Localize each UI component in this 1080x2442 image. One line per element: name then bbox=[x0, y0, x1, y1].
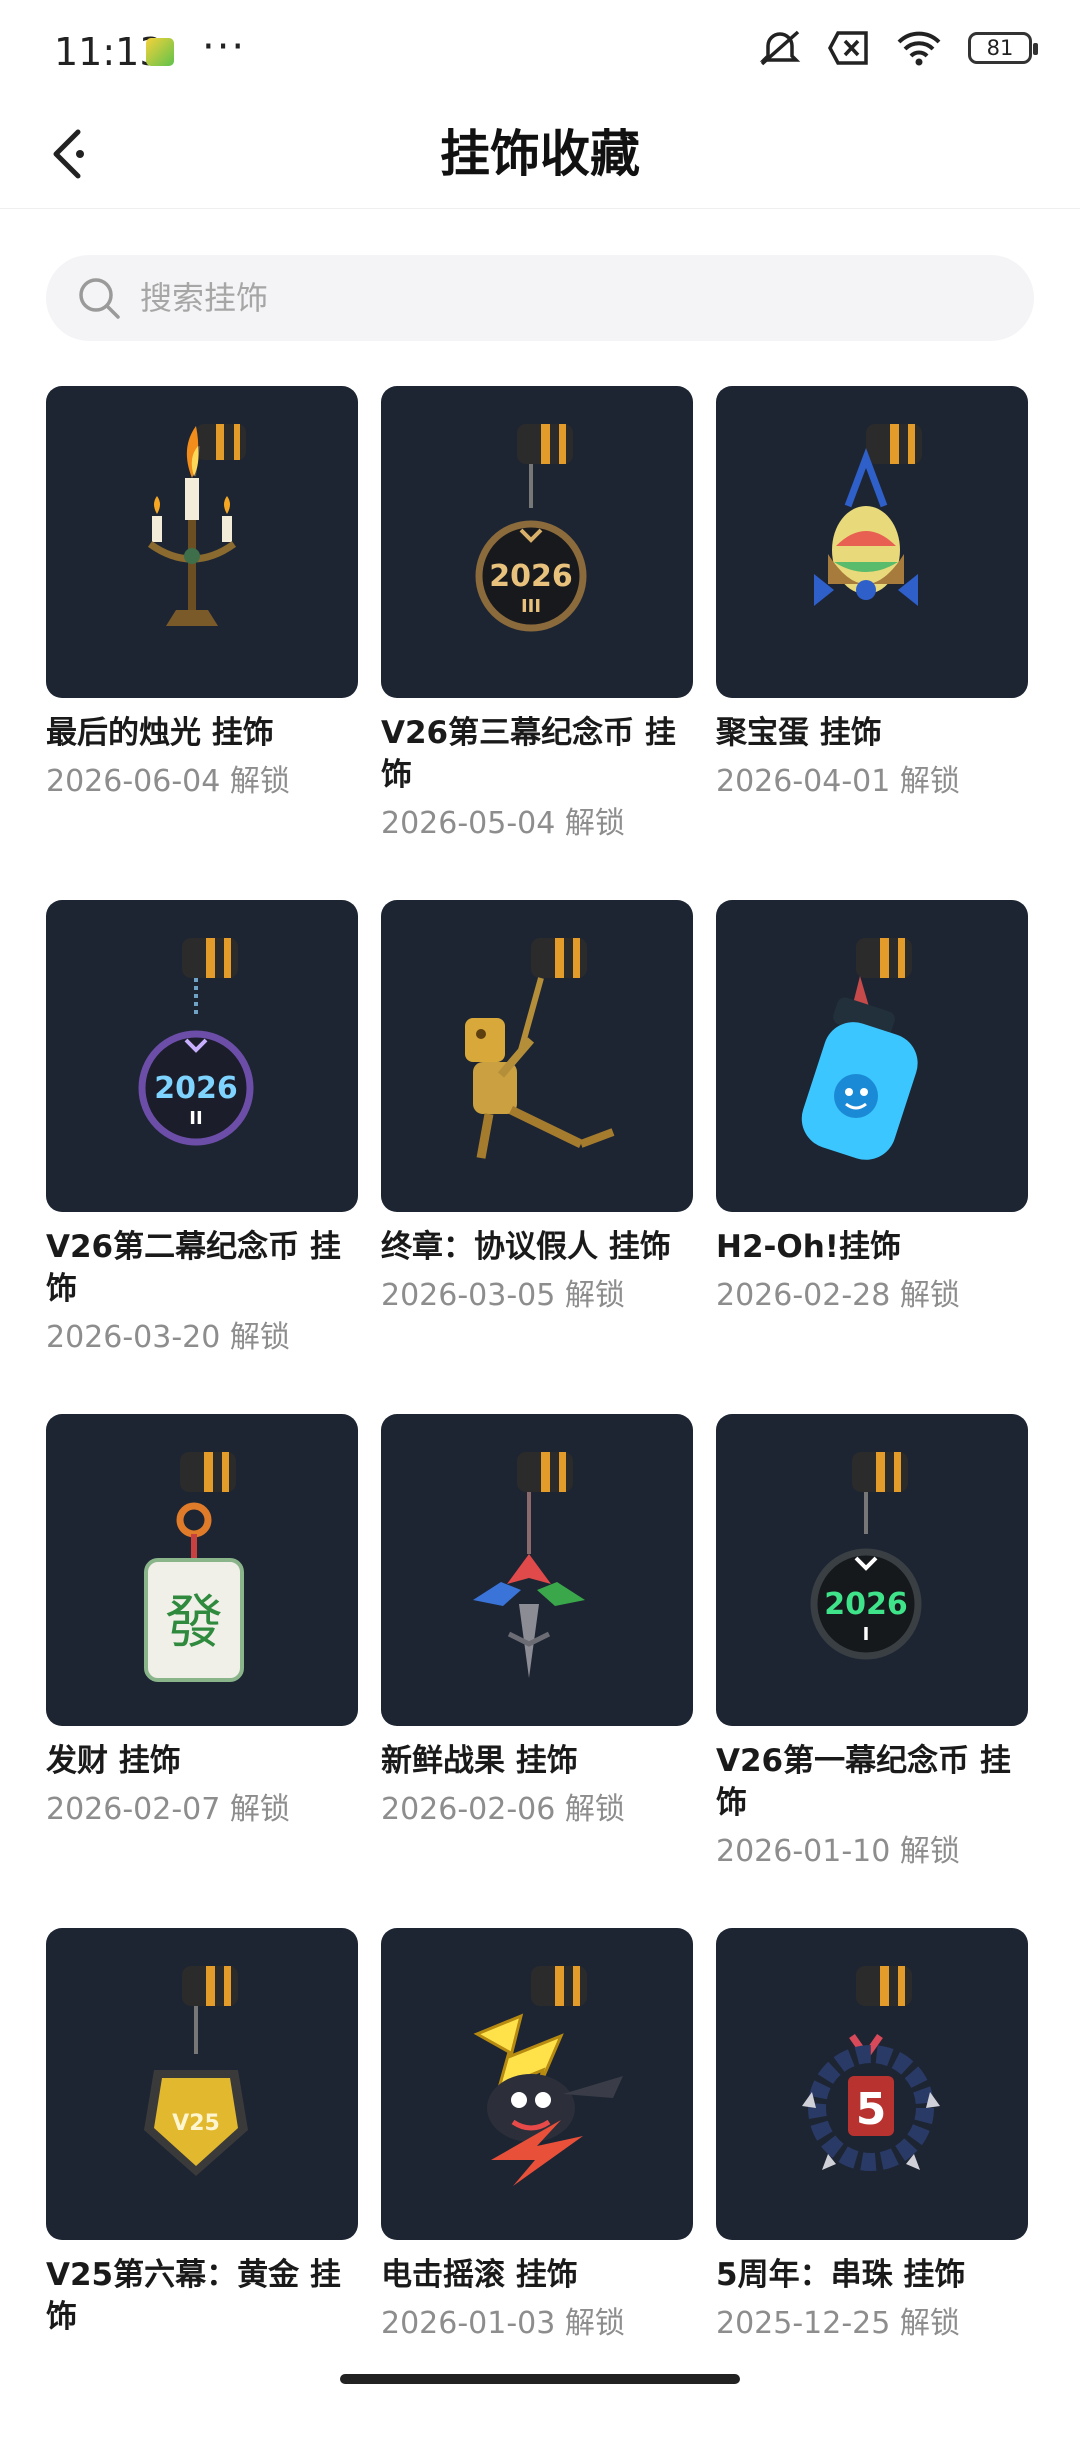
no-sim-icon bbox=[828, 30, 870, 66]
search-bar[interactable] bbox=[46, 255, 1034, 341]
charm-name: 最后的烛光 挂饰 bbox=[46, 715, 274, 751]
charm-card[interactable]: 2026 II V26第二幕纪念币 挂饰 2026-03-20 解锁 bbox=[46, 900, 358, 1414]
svg-text:2026: 2026 bbox=[489, 559, 573, 594]
charm-thumbnail bbox=[381, 1414, 693, 1726]
gold-rank-charm-icon: V25 bbox=[144, 1966, 248, 2176]
charm-thumbnail: 2026 II bbox=[46, 900, 358, 1212]
charm-name: V26第三幕纪念币 挂饰 bbox=[381, 715, 676, 793]
charm-unlock-date: 2026-03-20 解锁 bbox=[46, 1320, 290, 1355]
dummy-charm-icon bbox=[465, 938, 615, 1159]
page-title: 挂饰收藏 bbox=[440, 125, 640, 183]
leaf-charm-icon bbox=[473, 1452, 585, 1678]
charm-thumbnail: 2026 I bbox=[716, 1414, 1028, 1726]
home-indicator[interactable] bbox=[340, 2374, 740, 2384]
charm-thumbnail: V25 bbox=[46, 1928, 358, 2240]
charm-unlock-date: 2026-03-05 解锁 bbox=[381, 1278, 625, 1313]
svg-text:2026: 2026 bbox=[154, 1071, 238, 1106]
top-app-bar: 挂饰收藏 bbox=[0, 100, 1080, 209]
charm-name: 终章：协议假人 挂饰 bbox=[381, 1229, 671, 1265]
search-input[interactable] bbox=[138, 278, 942, 318]
charm-card[interactable]: V25 V25第六幕：黄金 挂饰 bbox=[46, 1928, 358, 2442]
charm-card[interactable]: 2026 III V26第三幕纪念币 挂饰 2026-05-04 解锁 bbox=[381, 386, 693, 900]
charm-thumbnail: 發 bbox=[46, 1414, 358, 1726]
lightning-charm-icon bbox=[473, 1966, 623, 2186]
svg-text:I: I bbox=[863, 1624, 870, 1645]
charm-name: 发财 挂饰 bbox=[46, 1743, 181, 1779]
charm-card[interactable]: 新鲜战果 挂饰 2026-02-06 解锁 bbox=[381, 1414, 693, 1928]
charm-thumbnail bbox=[381, 1928, 693, 2240]
charm-unlock-date: 2025-12-25 解锁 bbox=[716, 2306, 960, 2341]
charm-unlock-date: 2026-04-01 解锁 bbox=[716, 764, 960, 799]
coin-charm-icon: 2026 III bbox=[475, 424, 587, 632]
coin-charm-icon: 2026 II bbox=[138, 938, 254, 1146]
charm-card[interactable]: H2-Oh!挂饰 2026-02-28 解锁 bbox=[716, 900, 1028, 1414]
mute-icon bbox=[758, 28, 802, 68]
svg-text:發: 發 bbox=[165, 1588, 223, 1656]
charm-unlock-date: 2026-02-07 解锁 bbox=[46, 1792, 290, 1827]
charm-card[interactable]: 最后的烛光 挂饰 2026-06-04 解锁 bbox=[46, 386, 358, 900]
charm-unlock-date: 2026-05-04 解锁 bbox=[381, 806, 625, 841]
charm-thumbnail bbox=[46, 386, 358, 698]
water-bottle-charm-icon bbox=[801, 938, 918, 1160]
wifi-icon bbox=[896, 30, 942, 66]
search-icon bbox=[79, 278, 120, 319]
charm-card[interactable]: 终章：协议假人 挂饰 2026-03-05 解锁 bbox=[381, 900, 693, 1414]
charm-unlock-date: 2026-01-10 解锁 bbox=[716, 1834, 960, 1869]
svg-text:III: III bbox=[521, 596, 541, 617]
svg-text:5: 5 bbox=[856, 2084, 887, 2135]
charm-thumbnail bbox=[716, 386, 1028, 698]
charm-card[interactable]: 聚宝蛋 挂饰 2026-04-01 解锁 bbox=[716, 386, 1028, 900]
charm-unlock-date: 2026-06-04 解锁 bbox=[46, 764, 290, 799]
charm-name: V26第二幕纪念币 挂饰 bbox=[46, 1229, 341, 1307]
charm-name: 聚宝蛋 挂饰 bbox=[716, 715, 882, 751]
beads-charm-icon: 5 bbox=[802, 1966, 940, 2171]
charm-thumbnail bbox=[381, 900, 693, 1212]
svg-text:V25: V25 bbox=[172, 2111, 220, 2136]
charm-card[interactable]: 5 5周年：串珠 挂饰 2025-12-25 解锁 bbox=[716, 1928, 1028, 2442]
notification-app-icon bbox=[146, 38, 174, 66]
egg-basket-charm-icon bbox=[814, 424, 922, 606]
svg-text:II: II bbox=[189, 1108, 202, 1129]
mahjong-tile-charm-icon: 發 bbox=[144, 1452, 244, 1682]
more-notifications-icon: ··· bbox=[202, 24, 247, 70]
charm-name: V25第六幕：黄金 挂饰 bbox=[46, 2257, 341, 2335]
battery-indicator: 81 bbox=[968, 32, 1038, 64]
charm-unlock-date: 2026-02-06 解锁 bbox=[381, 1792, 625, 1827]
charm-unlock-date: 2026-02-28 解锁 bbox=[716, 1278, 960, 1313]
charm-name: V26第一幕纪念币 挂饰 bbox=[716, 1743, 1011, 1821]
charm-unlock-date: 2026-01-03 解锁 bbox=[381, 2306, 625, 2341]
charm-name: 电击摇滚 挂饰 bbox=[381, 2257, 578, 2293]
charm-name: 新鲜战果 挂饰 bbox=[381, 1743, 578, 1779]
coin-charm-icon: 2026 I bbox=[810, 1452, 922, 1660]
svg-text:2026: 2026 bbox=[824, 1587, 908, 1622]
candelabra-charm-icon bbox=[147, 424, 246, 626]
charm-name: 5周年：串珠 挂饰 bbox=[716, 2257, 966, 2293]
charm-thumbnail bbox=[716, 900, 1028, 1212]
charm-name: H2-Oh!挂饰 bbox=[716, 1229, 901, 1265]
charm-card[interactable]: 电击摇滚 挂饰 2026-01-03 解锁 bbox=[381, 1928, 693, 2442]
charm-thumbnail: 2026 III bbox=[381, 386, 693, 698]
status-bar: 11:13 ··· 81 bbox=[0, 0, 1080, 100]
charm-card[interactable]: 2026 I V26第一幕纪念币 挂饰 2026-01-10 解锁 bbox=[716, 1414, 1028, 1928]
charm-thumbnail: 5 bbox=[716, 1928, 1028, 2240]
charm-card[interactable]: 發 发财 挂饰 2026-02-07 解锁 bbox=[46, 1414, 358, 1928]
charm-grid: 最后的烛光 挂饰 2026-06-04 解锁 2026 III V26第三幕纪念… bbox=[46, 386, 1046, 2442]
